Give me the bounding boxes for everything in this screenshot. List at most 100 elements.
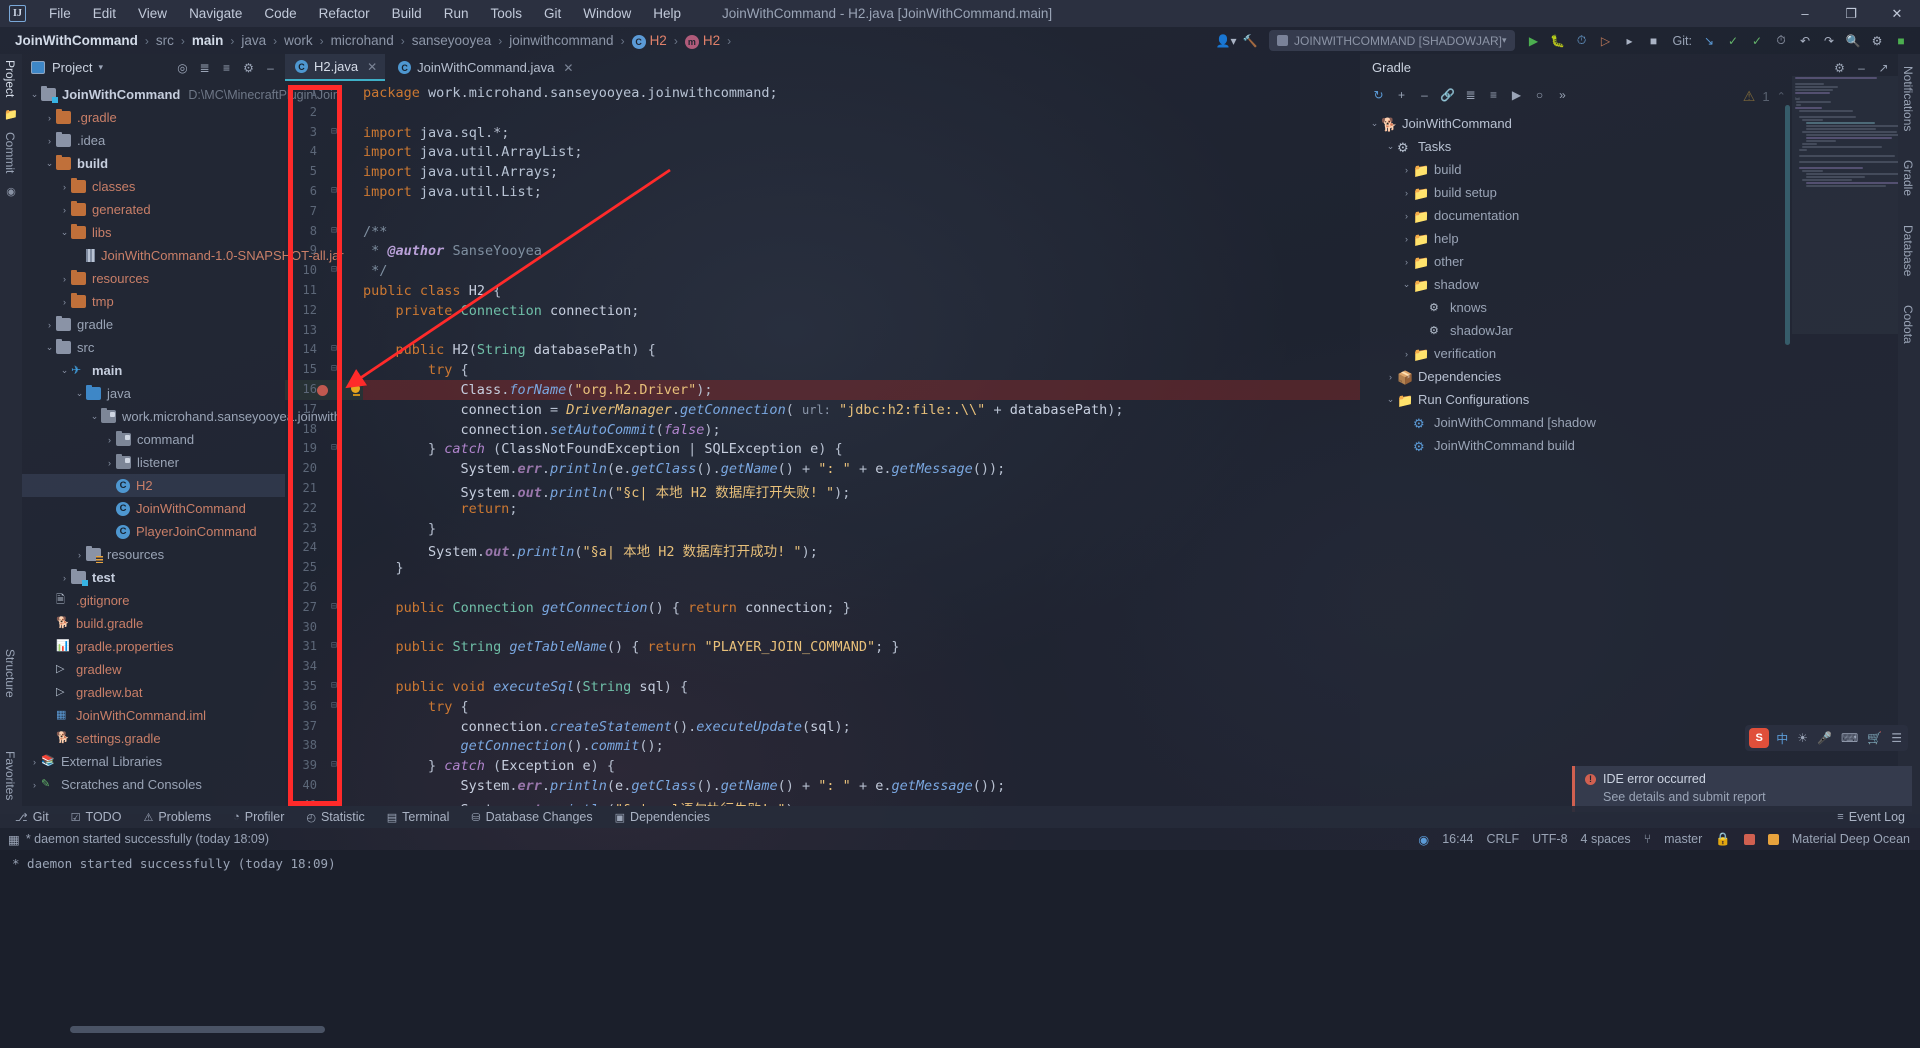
tree-item-gradle-properties[interactable]: ›📊 gradle.properties xyxy=(22,635,285,658)
menu-item-window[interactable]: Window xyxy=(572,2,642,25)
intention-bulb-icon[interactable] xyxy=(351,384,361,397)
fold-marker-icon[interactable]: ⊟ xyxy=(331,225,337,236)
collapse-all-icon[interactable]: ≡ xyxy=(216,57,237,78)
tree-expander-icon[interactable]: › xyxy=(58,205,71,215)
tree-expander-icon[interactable]: ⌄ xyxy=(28,89,41,100)
tree-expander-icon[interactable]: › xyxy=(43,665,56,675)
tree-expander-icon[interactable]: ⌄ xyxy=(58,365,71,376)
code-line[interactable]: } catch (Exception e) { xyxy=(363,758,615,774)
codota-status-icon[interactable]: ◉ xyxy=(1418,832,1429,847)
user-icon[interactable]: 👤▾ xyxy=(1215,30,1237,52)
code-line[interactable]: } xyxy=(363,521,436,537)
tree-item-h2[interactable]: ›C H2 xyxy=(22,474,285,497)
tree-expander-icon[interactable]: › xyxy=(1400,349,1413,359)
code-line[interactable]: connection = DriverManager.getConnection… xyxy=(363,402,1124,418)
tree-expander-icon[interactable]: › xyxy=(1400,165,1413,175)
code-line[interactable]: getConnection().commit(); xyxy=(363,738,664,754)
code-line[interactable]: public String getTableName() { return "P… xyxy=(363,639,900,655)
codota-icon[interactable]: ■ xyxy=(1890,30,1912,52)
tree-item-joinwithcommand[interactable]: ›C JoinWithCommand xyxy=(22,497,285,520)
tree-item--idea[interactable]: › .idea xyxy=(22,129,285,152)
tree-item-gradlew-bat[interactable]: ›▷ gradlew.bat xyxy=(22,681,285,704)
minimize-button[interactable]: – xyxy=(1782,0,1828,27)
code-line[interactable]: try { xyxy=(363,699,469,715)
tree-expander-icon[interactable]: › xyxy=(43,320,56,330)
editor-gutter[interactable]: 1 2 3 ⊟ 4 5 6 ⊟ 7 8 ⊟ 9 10 ⊟ 11 12 13 14 ⊟ 15 ⊟ 16 17 18 19 ⊟ 20 21… xyxy=(285,81,363,806)
tree-expander-icon[interactable]: › xyxy=(103,527,116,537)
gradle-tree-item-other[interactable]: › 📁 other xyxy=(1360,250,1898,273)
more-run-button[interactable]: ▸ xyxy=(1619,30,1641,52)
tree-expander-icon[interactable]: › xyxy=(43,711,56,721)
tree-item-settings-gradle[interactable]: ›🐕 settings.gradle xyxy=(22,727,285,750)
gradle-tree-item-build-setup[interactable]: › 📁 build setup xyxy=(1360,181,1898,204)
bottom-tool-database-changes[interactable]: ⛁ Database Changes xyxy=(462,806,601,828)
tree-item-external-libraries[interactable]: › 📚 External Libraries xyxy=(22,750,285,773)
notification-bell-icon[interactable] xyxy=(1767,833,1779,845)
tree-expander-icon[interactable]: › xyxy=(43,619,56,629)
gradle-tree-item-verification[interactable]: › 📁 verification xyxy=(1360,342,1898,365)
menu-item-edit[interactable]: Edit xyxy=(82,2,127,25)
breadcrumb-item-main[interactable]: main xyxy=(191,33,225,48)
tool-strip-commit[interactable]: Commit xyxy=(0,126,20,179)
menu-item-view[interactable]: View xyxy=(127,2,178,25)
gradle-tree-item-joinwithcommand--shadow[interactable]: ›⚙ JoinWithCommand [shadow xyxy=(1360,411,1898,434)
fold-marker-icon[interactable]: ⊟ xyxy=(331,759,337,770)
inspection-icon[interactable] xyxy=(1743,833,1755,845)
tree-item-joinwithcommand-1-0-snapshot-all-jar[interactable]: ›JoinWithCommand-1.0-SNAPSHOT-all.jar xyxy=(22,244,344,267)
fold-marker-icon[interactable]: ⊟ xyxy=(331,442,337,453)
code-line[interactable]: System.out.println("§c| sql语句执行失败! "); xyxy=(363,798,802,806)
ime-language-label[interactable]: 中 xyxy=(1774,730,1790,747)
fold-marker-icon[interactable]: ⊟ xyxy=(331,700,337,711)
tree-expander-icon[interactable]: ⌄ xyxy=(58,227,71,238)
breadcrumb-item-java[interactable]: java xyxy=(240,33,267,48)
breadcrumb-item-microhand[interactable]: microhand xyxy=(330,33,395,48)
stop-button[interactable]: ■ xyxy=(1643,30,1665,52)
breadcrumb-method[interactable]: m H2 xyxy=(684,33,721,49)
code-line[interactable]: connection.setAutoCommit(false); xyxy=(363,422,721,438)
gradle-tree-item-shadow[interactable]: ⌄ 📁 shadow xyxy=(1360,273,1898,296)
menu-item-code[interactable]: Code xyxy=(253,2,307,25)
code-line[interactable]: System.out.println("§a| 本地 H2 数据库打开成功! "… xyxy=(363,540,818,560)
settings-icon[interactable]: ⚙ xyxy=(238,57,259,78)
editor-tab-joinwithcommand-java[interactable]: C JoinWithCommand.java ✕ xyxy=(388,54,581,81)
tree-expander-icon[interactable]: › xyxy=(43,642,56,652)
breadcrumb-item-work[interactable]: work xyxy=(283,33,314,48)
tree-item-listener[interactable]: › listener xyxy=(22,451,285,474)
code-line[interactable]: } catch (ClassNotFoundException | SQLExc… xyxy=(363,441,843,457)
code-line[interactable]: import java.util.List; xyxy=(363,184,542,200)
close-icon[interactable]: ✕ xyxy=(367,60,377,74)
tree-item-joinwithcommand[interactable]: ⌄ JoinWithCommand D:\MC\MinecraftPlugin\Jo… xyxy=(22,83,340,106)
expand-all-icon[interactable]: ≣ xyxy=(194,57,215,78)
gradle-tree-item-build[interactable]: › 📁 build xyxy=(1360,158,1898,181)
sun-icon[interactable]: ☀ xyxy=(1795,731,1810,745)
tree-expander-icon[interactable]: › xyxy=(1400,418,1413,428)
bottom-tool-statistic[interactable]: ◴ Statistic xyxy=(297,806,373,828)
build-hammer-icon[interactable]: 🔨 xyxy=(1239,30,1261,52)
tree-item-playerjoincommand[interactable]: ›C PlayerJoinCommand xyxy=(22,520,285,543)
search-icon[interactable]: 🔍 xyxy=(1842,30,1864,52)
minimize-icon[interactable]: – xyxy=(1851,57,1872,78)
tree-item-test[interactable]: › test xyxy=(22,566,285,589)
status-line-separator[interactable]: CRLF xyxy=(1486,832,1519,846)
attach-icon[interactable]: 🔗 xyxy=(1437,84,1458,105)
tool-strip-database[interactable]: Database xyxy=(1898,219,1918,282)
tree-item-command[interactable]: › command xyxy=(22,428,285,451)
tool-strip-codota[interactable]: Codota xyxy=(1898,299,1918,350)
code-line[interactable]: System.out.println("§c| 本地 H2 数据库打开失败! "… xyxy=(363,481,851,501)
fold-marker-icon[interactable]: ⊟ xyxy=(331,680,337,691)
redo-button[interactable]: ↷ xyxy=(1818,30,1840,52)
tree-expander-icon[interactable]: › xyxy=(1384,372,1397,382)
code-line[interactable]: * @author SanseYooyea xyxy=(363,243,542,259)
editor-code-area[interactable]: package work.microhand.sanseyooyea.joinw… xyxy=(363,81,1360,806)
tree-expander-icon[interactable]: ⌄ xyxy=(43,158,56,169)
tree-item-generated[interactable]: › generated xyxy=(22,198,285,221)
gear-icon[interactable]: ⚙ xyxy=(1866,30,1888,52)
code-line[interactable]: package work.microhand.sanseyooyea.joinw… xyxy=(363,85,778,101)
tree-item-gradle[interactable]: › gradle xyxy=(22,313,285,336)
gradle-tree-item-joinwithcommand-build[interactable]: ›⚙ JoinWithCommand build xyxy=(1360,434,1898,457)
code-line[interactable]: public class H2 { xyxy=(363,283,501,299)
status-indent[interactable]: 4 spaces xyxy=(1581,832,1631,846)
tree-expander-icon[interactable]: ⌄ xyxy=(1384,394,1397,405)
tree-item--gradle[interactable]: › .gradle xyxy=(22,106,285,129)
tree-expander-icon[interactable]: ⌄ xyxy=(43,342,56,353)
